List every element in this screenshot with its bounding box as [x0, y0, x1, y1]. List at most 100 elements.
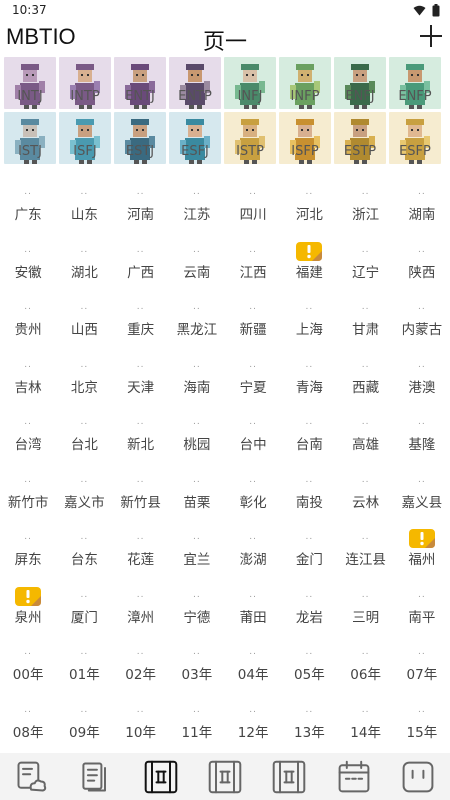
region-cell[interactable]: .. 新疆: [225, 285, 281, 343]
region-cell[interactable]: .. 新北: [113, 400, 169, 458]
region-cell[interactable]: .. 江苏: [169, 170, 225, 228]
region-cell[interactable]: .. 澎湖: [225, 515, 281, 573]
region-cell[interactable]: .. 11年: [169, 688, 225, 746]
region-cell[interactable]: .. 00年: [0, 630, 56, 688]
region-cell[interactable]: .. 港澳: [394, 343, 450, 401]
mbti-tile[interactable]: ENFP: [389, 57, 441, 109]
mbti-tile[interactable]: INFJ: [224, 57, 276, 109]
region-cell[interactable]: .. 嘉义市: [56, 458, 112, 516]
region-cell[interactable]: .. 13年: [281, 688, 337, 746]
region-cell[interactable]: .. 14年: [338, 688, 394, 746]
nav-item[interactable]: [141, 757, 181, 797]
region-cell[interactable]: .. 15年: [394, 688, 450, 746]
region-cell[interactable]: .. 山西: [56, 285, 112, 343]
region-cell[interactable]: .. 江西: [225, 228, 281, 286]
region-cell[interactable]: .. 三明: [338, 573, 394, 631]
region-cell[interactable]: .. 河南: [113, 170, 169, 228]
nav-item[interactable]: [205, 757, 245, 797]
region-cell[interactable]: .. 宜兰: [169, 515, 225, 573]
region-cell[interactable]: .. 湖北: [56, 228, 112, 286]
region-cell[interactable]: .. 广东: [0, 170, 56, 228]
region-cell[interactable]: .. 06年: [338, 630, 394, 688]
add-icon[interactable]: [418, 22, 444, 50]
region-cell[interactable]: .. 南平: [394, 573, 450, 631]
nav-item[interactable]: [269, 757, 309, 797]
region-cell[interactable]: .. 云南: [169, 228, 225, 286]
mbti-tile[interactable]: ENTP: [169, 57, 221, 109]
region-cell[interactable]: .. 新竹县: [113, 458, 169, 516]
region-cell[interactable]: .. 龙岩: [281, 573, 337, 631]
region-cell[interactable]: .. 广西: [113, 228, 169, 286]
region-cell[interactable]: .. 台南: [281, 400, 337, 458]
mbti-tile[interactable]: ISTP: [224, 112, 276, 164]
region-cell[interactable]: 福建: [281, 228, 337, 286]
nav-item[interactable]: [12, 757, 52, 797]
region-cell[interactable]: .. 高雄: [338, 400, 394, 458]
region-cell[interactable]: .. 台北: [56, 400, 112, 458]
mbti-tile[interactable]: ENTJ: [114, 57, 166, 109]
region-cell[interactable]: .. 宁德: [169, 573, 225, 631]
region-cell[interactable]: .. 08年: [0, 688, 56, 746]
region-cell[interactable]: .. 青海: [281, 343, 337, 401]
mbti-tile[interactable]: ISFP: [279, 112, 331, 164]
region-cell[interactable]: .. 重庆: [113, 285, 169, 343]
region-cell[interactable]: .. 苗栗: [169, 458, 225, 516]
region-cell[interactable]: .. 河北: [281, 170, 337, 228]
region-cell[interactable]: .. 屏东: [0, 515, 56, 573]
nav-item[interactable]: [76, 757, 116, 797]
region-cell[interactable]: .. 湖南: [394, 170, 450, 228]
region-cell[interactable]: .. 07年: [394, 630, 450, 688]
region-cell[interactable]: .. 基隆: [394, 400, 450, 458]
region-cell[interactable]: .. 桃园: [169, 400, 225, 458]
region-cell[interactable]: .. 厦门: [56, 573, 112, 631]
region-cell[interactable]: .. 山东: [56, 170, 112, 228]
region-cell[interactable]: .. 04年: [225, 630, 281, 688]
region-cell[interactable]: .. 10年: [113, 688, 169, 746]
region-cell[interactable]: .. 甘肃: [338, 285, 394, 343]
region-cell[interactable]: .. 云林: [338, 458, 394, 516]
mbti-tile[interactable]: INTJ: [4, 57, 56, 109]
region-cell[interactable]: .. 花莲: [113, 515, 169, 573]
mbti-tile[interactable]: ENFJ: [334, 57, 386, 109]
region-cell[interactable]: .. 西藏: [338, 343, 394, 401]
region-cell[interactable]: .. 辽宁: [338, 228, 394, 286]
region-cell[interactable]: .. 陕西: [394, 228, 450, 286]
nav-item[interactable]: [398, 757, 438, 797]
region-cell[interactable]: 福州: [394, 515, 450, 573]
mbti-tile[interactable]: ESFJ: [169, 112, 221, 164]
region-cell[interactable]: .. 浙江: [338, 170, 394, 228]
region-cell[interactable]: .. 莆田: [225, 573, 281, 631]
region-cell[interactable]: .. 彰化: [225, 458, 281, 516]
mbti-tile[interactable]: INFP: [279, 57, 331, 109]
region-cell[interactable]: .. 宁夏: [225, 343, 281, 401]
region-cell[interactable]: .. 吉林: [0, 343, 56, 401]
region-cell[interactable]: .. 安徽: [0, 228, 56, 286]
region-cell[interactable]: .. 台东: [56, 515, 112, 573]
mbti-tile[interactable]: ISFJ: [59, 112, 111, 164]
mbti-tile[interactable]: ISTJ: [4, 112, 56, 164]
page-title[interactable]: 页一: [203, 30, 247, 55]
region-cell[interactable]: .. 金门: [281, 515, 337, 573]
mbti-tile[interactable]: INTP: [59, 57, 111, 109]
region-cell[interactable]: .. 05年: [281, 630, 337, 688]
region-cell[interactable]: .. 新竹市: [0, 458, 56, 516]
region-cell[interactable]: .. 03年: [169, 630, 225, 688]
region-cell[interactable]: .. 02年: [113, 630, 169, 688]
region-cell[interactable]: .. 四川: [225, 170, 281, 228]
region-cell[interactable]: .. 台湾: [0, 400, 56, 458]
region-cell[interactable]: .. 海南: [169, 343, 225, 401]
mbti-tile[interactable]: ESTP: [334, 112, 386, 164]
region-cell[interactable]: .. 贵州: [0, 285, 56, 343]
mbti-tile[interactable]: ESFP: [389, 112, 441, 164]
region-cell[interactable]: .. 南投: [281, 458, 337, 516]
region-cell[interactable]: .. 天津: [113, 343, 169, 401]
region-cell[interactable]: .. 嘉义县: [394, 458, 450, 516]
region-cell[interactable]: .. 黑龙江: [169, 285, 225, 343]
region-cell[interactable]: .. 内蒙古: [394, 285, 450, 343]
region-cell[interactable]: .. 漳州: [113, 573, 169, 631]
region-cell[interactable]: .. 12年: [225, 688, 281, 746]
region-cell[interactable]: .. 台中: [225, 400, 281, 458]
region-cell[interactable]: .. 01年: [56, 630, 112, 688]
mbti-tile[interactable]: ESTJ: [114, 112, 166, 164]
region-cell[interactable]: .. 09年: [56, 688, 112, 746]
